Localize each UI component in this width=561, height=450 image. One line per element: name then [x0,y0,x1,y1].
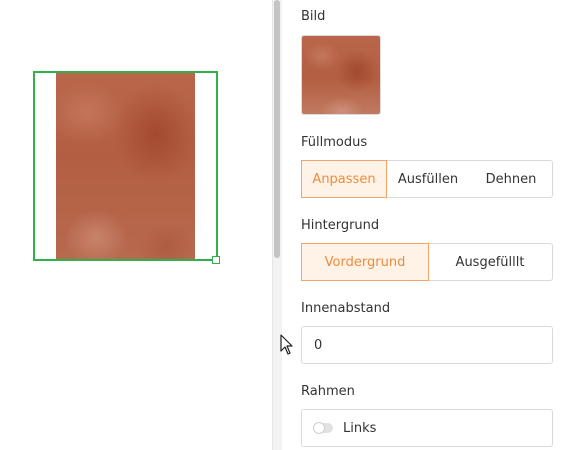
background-label: Hintergrund [301,218,380,233]
scrollbar-thumb[interactable] [274,0,280,258]
border-left-row: Links [301,409,553,447]
thumbnail-preview [302,36,380,114]
fill-mode-label: Füllmodus [301,135,368,150]
padding-input[interactable]: 0 [301,326,553,364]
padding-label: Innenabstand [301,301,391,316]
toggle-knob [313,422,325,434]
background-filled-button[interactable]: Ausgefülllt [428,244,552,280]
selection-frame[interactable] [33,71,218,261]
properties-panel: Bild Füllmodus Anpassen Ausfüllen Dehnen… [283,0,561,450]
border-label: Rahmen [301,384,355,399]
background-segmented-control: Vordergrund Ausgefülllt [301,243,553,281]
border-left-toggle-label: Links [343,420,377,436]
image-section-label: Bild [301,9,326,24]
fill-mode-stretch-button[interactable]: Dehnen [470,161,552,197]
background-foreground-button[interactable]: Vordergrund [301,243,429,281]
canvas[interactable] [0,0,272,450]
fill-mode-fill-button[interactable]: Ausfüllen [386,161,470,197]
border-left-toggle[interactable] [313,422,333,434]
fill-mode-segmented-control: Anpassen Ausfüllen Dehnen [301,160,553,198]
resize-handle[interactable] [212,256,220,264]
image-thumbnail[interactable] [301,35,381,115]
fill-mode-fit-button[interactable]: Anpassen [301,160,387,198]
